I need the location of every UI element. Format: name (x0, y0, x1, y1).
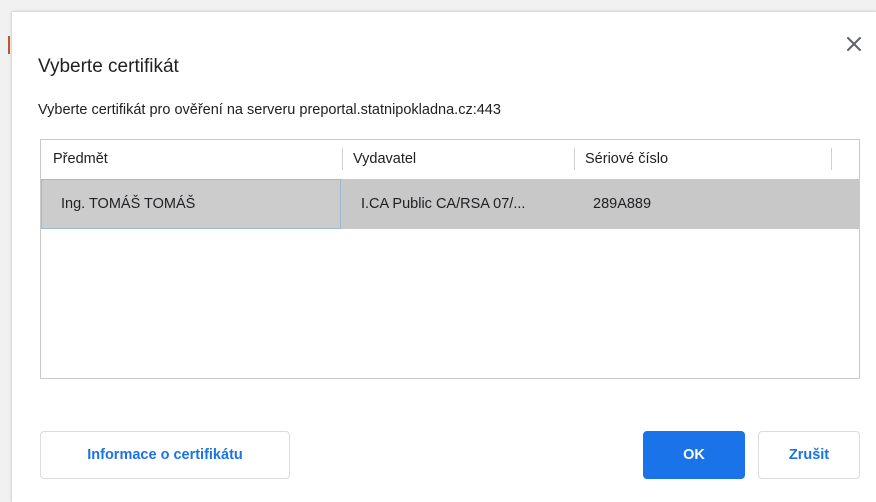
cancel-button[interactable]: Zrušit (758, 431, 860, 479)
certificate-dialog: Vyberte certifikát Vyberte certifikát pr… (12, 12, 876, 502)
column-divider[interactable] (342, 148, 343, 170)
close-icon (847, 37, 861, 51)
dialog-title: Vyberte certifikát (38, 56, 179, 77)
dialog-description: Vyberte certifikát pro ověření na server… (38, 102, 501, 118)
cell-serial: 289A889 (593, 196, 652, 212)
table-header: Předmět Vydavatel Sériové číslo (41, 140, 859, 178)
certificate-info-button[interactable]: Informace o certifikátu (40, 431, 290, 479)
background-page-edge (8, 36, 10, 54)
cell-issuer: I.CA Public CA/RSA 07/... (361, 196, 526, 212)
column-header-issuer[interactable]: Vydavatel (353, 140, 416, 178)
cell-subject: Ing. TOMÁŠ TOMÁŠ (61, 196, 196, 212)
close-button[interactable] (842, 32, 866, 56)
certificate-table[interactable]: Předmět Vydavatel Sériové číslo Ing. TOM… (40, 139, 860, 379)
column-header-serial[interactable]: Sériové číslo (585, 140, 668, 178)
column-divider[interactable] (574, 148, 575, 170)
ok-button[interactable]: OK (643, 431, 745, 479)
column-divider[interactable] (831, 148, 832, 170)
column-header-subject[interactable]: Předmět (53, 140, 108, 178)
table-row[interactable]: Ing. TOMÁŠ TOMÁŠ I.CA Public CA/RSA 07/.… (41, 179, 859, 229)
